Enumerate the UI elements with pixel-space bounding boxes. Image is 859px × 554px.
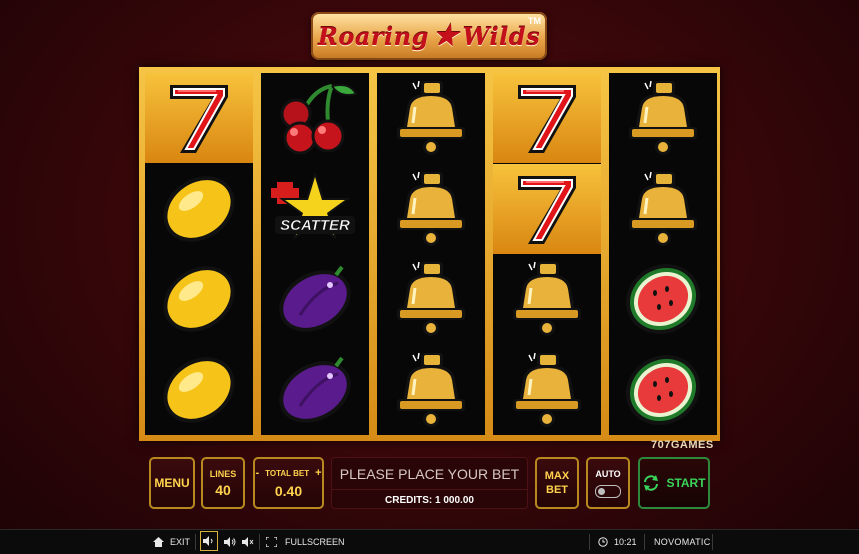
max-bet-label-1: MAX	[544, 470, 570, 482]
bell-icon	[513, 352, 581, 427]
plum-icon	[279, 265, 351, 332]
fullscreen-label: FULLSCREEN	[285, 537, 345, 547]
volume-icon	[224, 537, 236, 547]
sound-on-button[interactable]	[224, 530, 236, 554]
seven-symbol	[493, 73, 601, 163]
brand-label: NOVOMATIC	[654, 537, 711, 547]
menu-button[interactable]: MENU	[149, 457, 195, 509]
sound-toggle-button[interactable]	[200, 531, 218, 551]
bell-symbol	[493, 254, 601, 344]
start-label: START	[666, 476, 706, 490]
logo-star-icon: ★	[432, 19, 459, 52]
watermelon-icon	[625, 263, 701, 335]
fullscreen-button[interactable]: FULLSCREEN	[266, 530, 345, 554]
reel-4	[493, 73, 601, 435]
reels-area: SCATTER	[139, 67, 720, 441]
clock: 10:21	[598, 530, 637, 554]
bell-icon	[629, 171, 697, 246]
watermelon-symbol	[609, 254, 717, 344]
logo-trademark: TM	[528, 16, 541, 26]
lines-label: LINES	[209, 468, 237, 479]
bell-symbol	[377, 345, 485, 435]
menu-label: MENU	[154, 476, 190, 490]
seven-symbol	[145, 73, 253, 163]
credits-display: CREDITS: 1 000.00	[332, 489, 527, 510]
lemon-symbol	[145, 254, 253, 344]
bell-icon	[397, 171, 465, 246]
studio-logo: 707GAMES	[651, 439, 714, 451]
lemon-icon	[163, 356, 235, 423]
seven-icon	[170, 85, 228, 153]
bell-symbol	[377, 254, 485, 344]
max-bet-button[interactable]: MAX BET	[535, 457, 579, 509]
reel-3	[377, 73, 485, 435]
scatter-label: SCATTER	[280, 217, 350, 234]
watermelon-icon	[625, 354, 701, 425]
start-spin-icon	[644, 475, 659, 491]
game-logo: Roaring ★ Wilds TM	[311, 12, 547, 60]
max-bet-label-2: BET	[546, 484, 568, 496]
exit-button[interactable]: EXIT	[153, 530, 190, 554]
mute-button[interactable]	[242, 530, 254, 554]
sound-music-icon	[203, 536, 213, 546]
bell-icon	[397, 80, 465, 155]
cherries-icon	[280, 84, 358, 155]
plum-icon	[279, 356, 351, 423]
mute-icon	[242, 537, 254, 547]
total-bet-label: TOTAL BET	[265, 468, 310, 478]
plum-symbol	[261, 254, 369, 344]
reel-2: SCATTER	[261, 73, 369, 435]
message-panel: PLEASE PLACE YOUR BET CREDITS: 1 000.00	[331, 457, 528, 509]
exit-label: EXIT	[170, 537, 191, 547]
scatter-symbol: SCATTER	[261, 164, 369, 254]
lines-panel: LINES 40	[201, 457, 245, 509]
reel-1	[145, 73, 253, 435]
clock-time: 10:21	[614, 537, 637, 547]
logo-text-left: Roaring	[317, 21, 429, 51]
start-button[interactable]: START	[638, 457, 710, 509]
seven-icon	[518, 85, 576, 153]
home-icon	[153, 537, 164, 547]
bell-icon	[513, 261, 581, 336]
seven-icon	[518, 175, 576, 244]
total-bet-panel: - TOTAL BET + 0.40	[253, 457, 324, 509]
bell-icon	[397, 352, 465, 427]
lemon-icon	[163, 175, 235, 242]
clock-icon	[598, 537, 608, 547]
auto-toggle-icon	[595, 484, 621, 498]
bet-message: PLEASE PLACE YOUR BET	[339, 465, 520, 482]
bell-icon	[629, 80, 697, 155]
scatter-icon: SCATTER	[271, 171, 355, 240]
lemon-symbol	[145, 345, 253, 435]
lines-value: 40	[215, 481, 231, 498]
watermelon-symbol	[609, 345, 717, 435]
lemon-symbol	[145, 164, 253, 254]
total-bet-minus-button[interactable]: -	[255, 467, 259, 479]
bell-icon	[397, 261, 465, 336]
total-bet-value: 0.40	[274, 483, 303, 499]
bell-symbol	[493, 345, 601, 435]
auto-label: AUTO	[595, 468, 621, 479]
bell-symbol	[609, 164, 717, 254]
bell-symbol	[377, 73, 485, 163]
auto-button[interactable]: AUTO	[586, 457, 630, 509]
bell-symbol	[609, 73, 717, 163]
total-bet-plus-button[interactable]: +	[315, 467, 321, 479]
reel-5	[609, 73, 717, 435]
bottom-bar: EXIT FULLSCREEN 10:21 NOVOMATIC	[0, 529, 859, 554]
fullscreen-icon	[266, 537, 277, 547]
bell-symbol	[377, 164, 485, 254]
plum-symbol	[261, 345, 369, 435]
lemon-icon	[163, 266, 235, 332]
seven-symbol	[493, 163, 601, 254]
cherries-symbol	[261, 73, 369, 163]
